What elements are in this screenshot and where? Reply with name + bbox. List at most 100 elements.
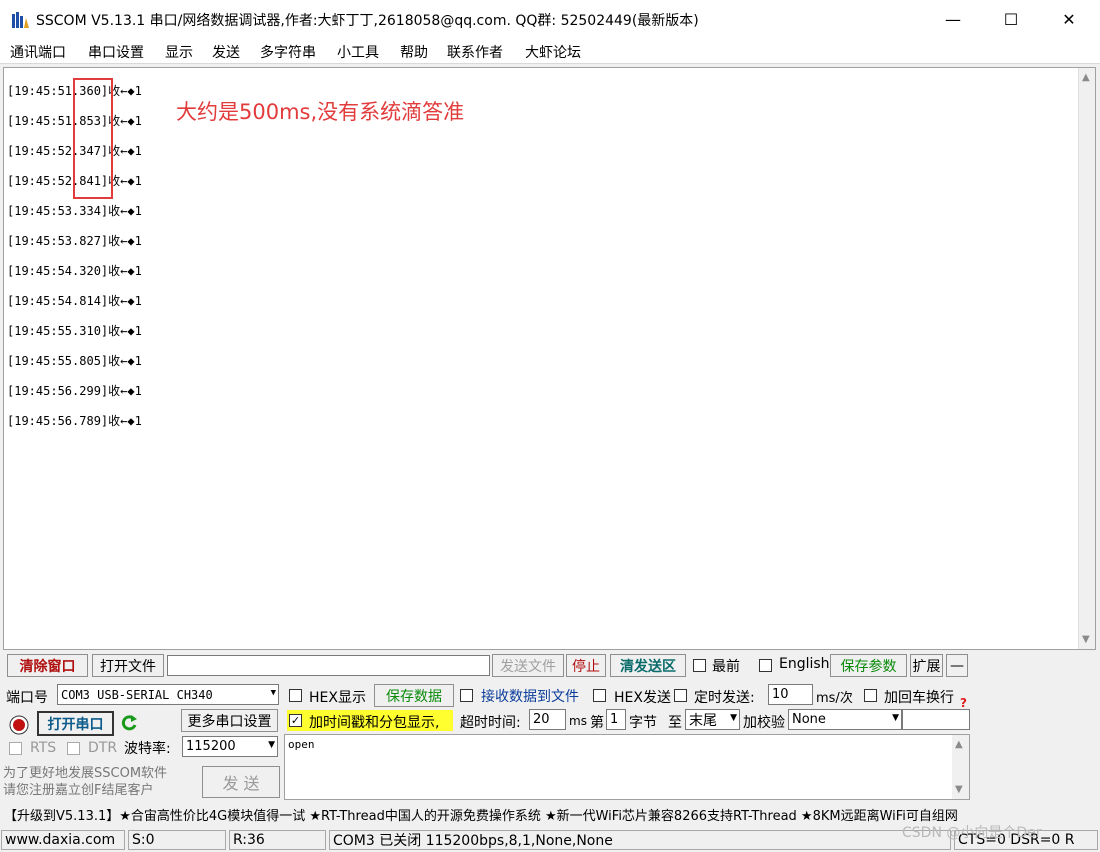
hex-send-checkbox[interactable] [593,689,606,702]
stop-button[interactable]: 停止 [566,654,606,677]
menu-item-forum[interactable]: 大虾论坛 [525,42,581,62]
menu-item-tools[interactable]: 小工具 [337,42,379,62]
register-hint: 为了更好地发展SSCOM软件 请您注册嘉立创F结尾客户 [3,766,168,798]
maximize-button[interactable]: ☐ [982,0,1040,38]
menu-item-multi-string[interactable]: 多字符串 [260,42,316,62]
timeout-input[interactable]: 20 [529,709,566,730]
scroll-up-icon[interactable]: ▲ [1082,72,1090,83]
english-label: English [779,656,830,672]
log-line: [19:45:53.827]收←◆1 [7,234,142,248]
annotation-highlight-box [73,78,113,199]
clear-send-button[interactable]: 清发送区 [610,654,686,677]
hex-display-checkbox[interactable] [289,689,302,702]
chevron-down-icon[interactable]: ▼ [892,713,899,723]
chevron-down-icon[interactable]: ▼ [730,713,737,723]
chevron-down-icon[interactable]: ▼ [271,688,276,698]
clear-window-button[interactable]: 清除窗口 [7,654,88,677]
send-button[interactable]: 发 送 [202,766,280,798]
minimize-button[interactable]: — [924,0,982,38]
byte-suffix-label: 字节 [629,715,657,731]
save-data-button[interactable]: 保存数据 [374,684,454,707]
received-count: R:36 [229,830,326,850]
file-path-input[interactable] [167,655,490,676]
timed-send-checkbox[interactable] [674,689,687,702]
hex-display-label: HEX显示 [309,690,366,706]
baud-select[interactable]: 115200 ▼ [182,736,278,757]
menu-item-comm-port[interactable]: 通讯端口 [10,42,66,62]
log-line: [19:45:56.299]收←◆1 [7,384,142,398]
log-line: [19:45:54.814]收←◆1 [7,294,142,308]
csdn-watermark: CSDN @小向是个Der [902,825,1042,841]
window-title: SSCOM V5.13.1 串口/网络数据调试器,作者:大虾丁丁,2618058… [36,13,699,29]
interval-unit-label: ms/次 [816,691,853,706]
end-select-value: 末尾 [689,712,717,729]
menu-bar: 通讯端口 串口设置 显示 发送 多字符串 小工具 帮助 联系作者 大虾论坛 [0,38,1100,64]
scroll-down-icon[interactable]: ▼ [955,784,963,795]
timestamp-checkbox[interactable]: ✓ [289,714,302,727]
english-checkbox[interactable] [759,659,772,672]
refresh-icon[interactable] [119,713,139,733]
baud-label: 波特率: [124,741,171,757]
sscom-app-icon [12,12,29,28]
scroll-down-icon[interactable]: ▼ [1082,634,1090,645]
rts-checkbox[interactable] [9,742,22,755]
baud-select-value: 115200 [186,739,236,754]
port-select[interactable]: COM3 USB-SERIAL CH340 ▼ [57,684,279,705]
port-select-value: COM3 USB-SERIAL CH340 [61,687,213,702]
open-file-button[interactable]: 打开文件 [92,654,164,677]
open-port-button[interactable]: 打开串口 [37,711,114,736]
timeout-unit-label: ms [569,714,587,728]
recv-to-file-checkbox[interactable] [460,689,473,702]
save-params-button[interactable]: 保存参数 [830,654,907,677]
menu-item-display[interactable]: 显示 [165,42,193,62]
log-line: [19:45:55.805]收←◆1 [7,354,142,368]
send-scrollbar[interactable]: ▲ ▼ [952,735,969,799]
timed-send-label: 定时发送: [694,690,755,706]
recv-to-file-label[interactable]: 接收数据到文件 [481,686,579,706]
log-line: [19:45:53.334]收←◆1 [7,204,142,218]
record-icon[interactable] [9,715,29,735]
dtr-label: DTR [88,740,118,756]
send-file-button[interactable]: 发送文件 [492,654,564,677]
receive-area[interactable]: [19:45:51.360]收←◆1 [19:45:51.853]收←◆1 [1… [3,67,1096,650]
log-line: [19:45:56.789]收←◆1 [7,414,142,428]
website-link[interactable]: www.daxia.com [1,830,125,850]
topmost-label: 最前 [712,659,740,675]
rts-label: RTS [30,740,57,756]
dtr-checkbox[interactable] [67,742,80,755]
byte-prefix-label: 第 [590,715,604,731]
expand-button[interactable]: 扩展 [910,654,943,677]
menu-item-serial-settings[interactable]: 串口设置 [88,42,144,62]
checksum-extra-input[interactable] [902,709,970,730]
menu-item-send[interactable]: 发送 [212,42,240,62]
send-textarea[interactable]: open ▲ ▼ [284,734,970,800]
end-select[interactable]: 末尾 ▼ [685,709,740,730]
log-line: [19:45:55.310]收←◆1 [7,324,142,338]
port-label: 端口号 [6,690,48,706]
checksum-select[interactable]: None ▼ [788,709,902,730]
byte-start-input[interactable]: 1 [606,709,626,730]
menu-item-contact-author[interactable]: 联系作者 [447,42,503,62]
title-bar: SSCOM V5.13.1 串口/网络数据调试器,作者:大虾丁丁,2618058… [0,0,1100,38]
hex-send-label: HEX发送 [614,690,671,706]
more-settings-button[interactable]: 更多串口设置 [181,709,278,732]
close-button[interactable]: ✕ [1040,0,1098,38]
receive-scrollbar[interactable]: ▲ ▼ [1078,68,1095,649]
port-status: COM3 已关闭 115200bps,8,1,None,None [329,830,951,850]
scroll-up-icon[interactable]: ▲ [955,739,963,750]
to-label: 至 [668,715,682,731]
sent-count: S:0 [128,830,226,850]
collapse-button[interactable]: — [946,654,968,677]
annotation-text: 大约是500ms,没有系统滴答准 [176,100,465,124]
chevron-down-icon[interactable]: ▼ [268,740,275,750]
timestamp-label: 加时间戳和分包显示, [309,715,440,731]
add-newline-label: 加回车换行 [884,690,954,706]
checksum-select-value: None [792,712,826,727]
log-line: [19:45:54.320]收←◆1 [7,264,142,278]
send-text: open [288,738,315,751]
add-newline-checkbox[interactable] [864,689,877,702]
topmost-checkbox[interactable] [693,659,706,672]
menu-item-help[interactable]: 帮助 [400,42,428,62]
help-icon[interactable]: ? [960,696,967,710]
interval-input[interactable]: 10 [768,684,813,705]
